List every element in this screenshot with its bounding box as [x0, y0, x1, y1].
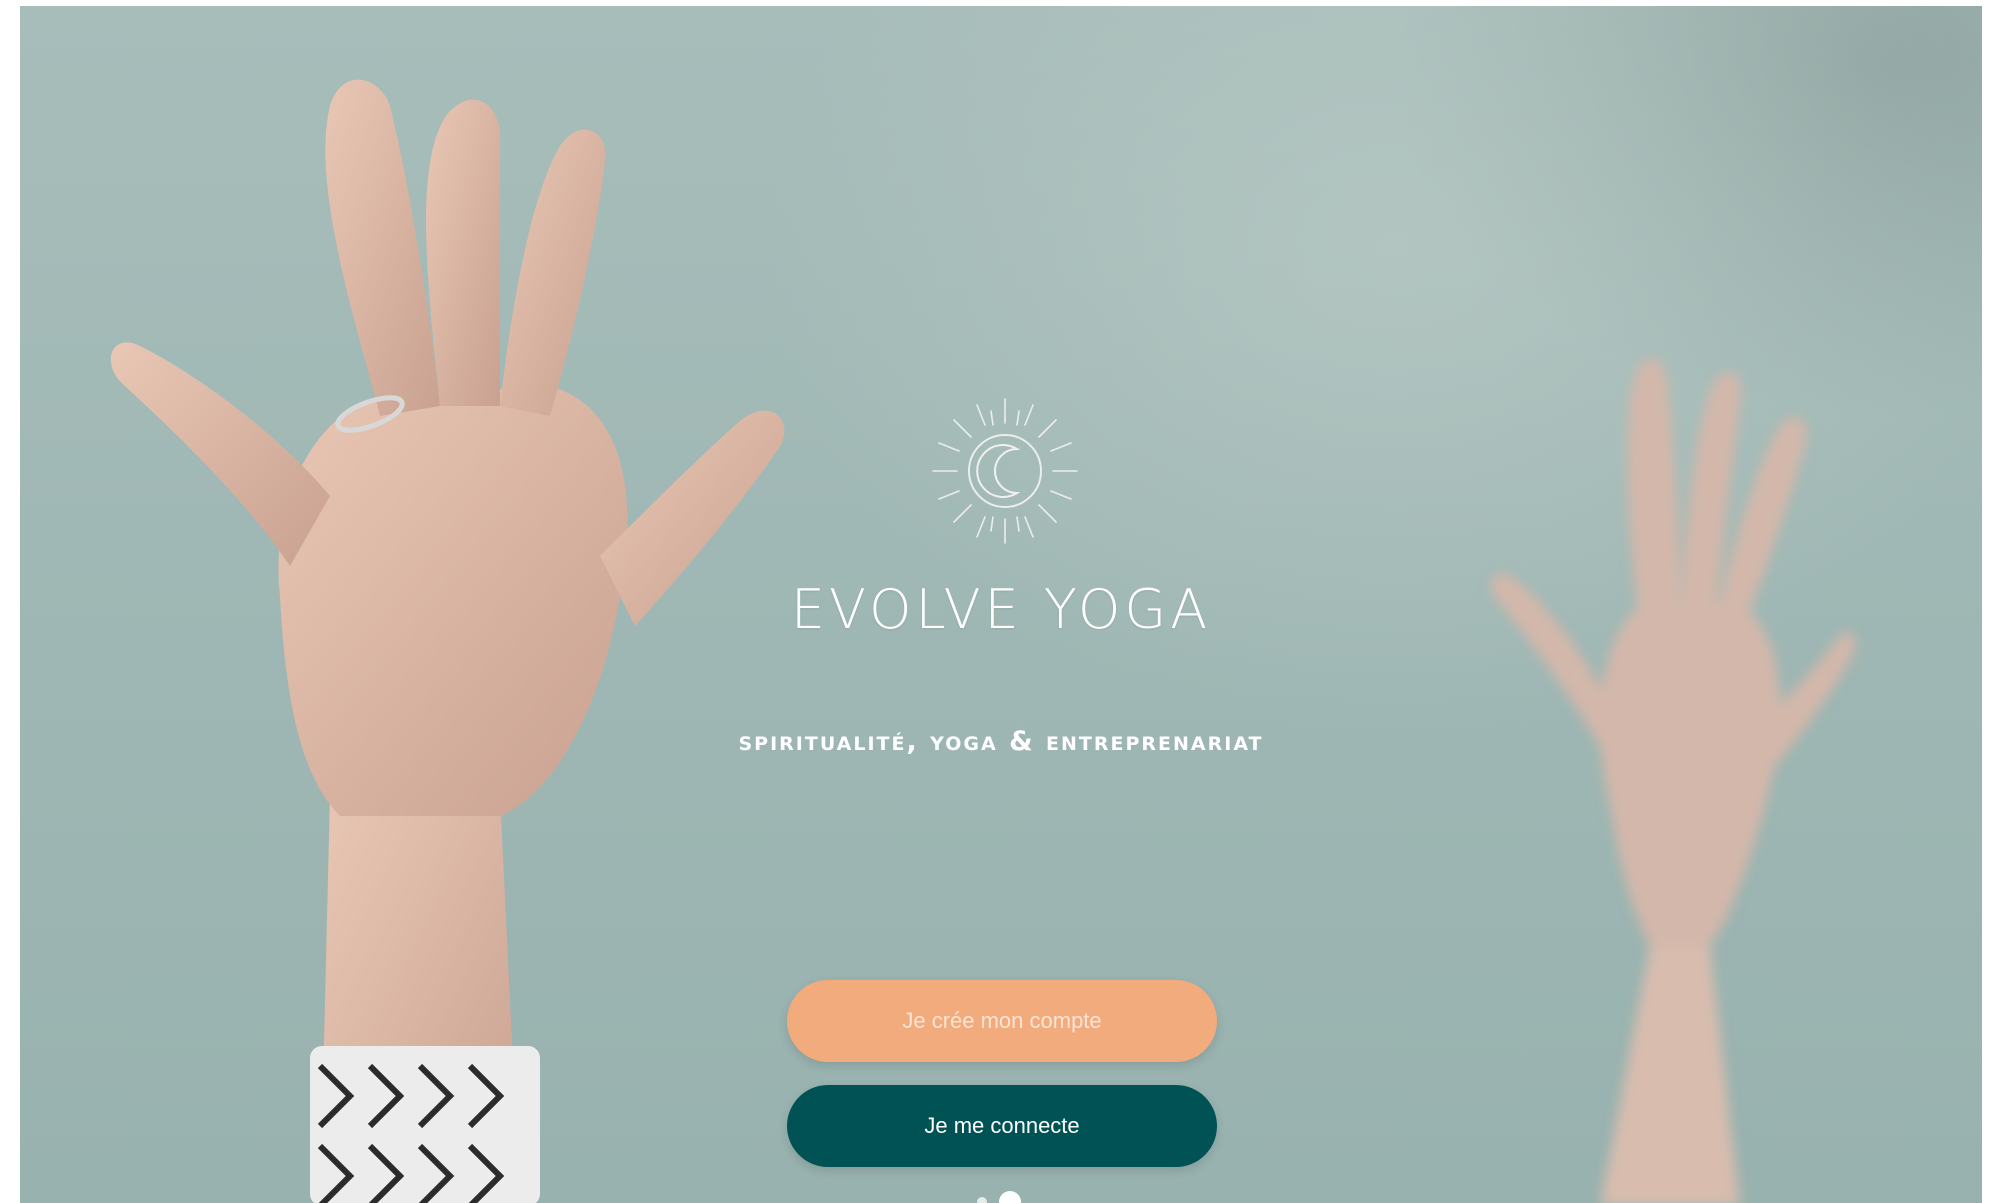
brand-tagline: SPIRITUALITÉ, YOGA & ENTREPRENARIAT — [738, 726, 1264, 757]
brand-title: EVOLVE YOGA — [790, 578, 1212, 641]
page-dot-active[interactable] — [999, 1191, 1021, 1203]
page-dot[interactable] — [977, 1197, 987, 1203]
create-account-button[interactable]: Je crée mon compte — [787, 980, 1217, 1062]
sun-moon-icon — [932, 398, 1078, 544]
page-indicator — [977, 1191, 1021, 1203]
login-button[interactable]: Je me connecte — [787, 1085, 1217, 1167]
onboarding-screen: EVOLVE YOGA SPIRITUALITÉ, YOGA & ENTREPR… — [20, 6, 1982, 1203]
